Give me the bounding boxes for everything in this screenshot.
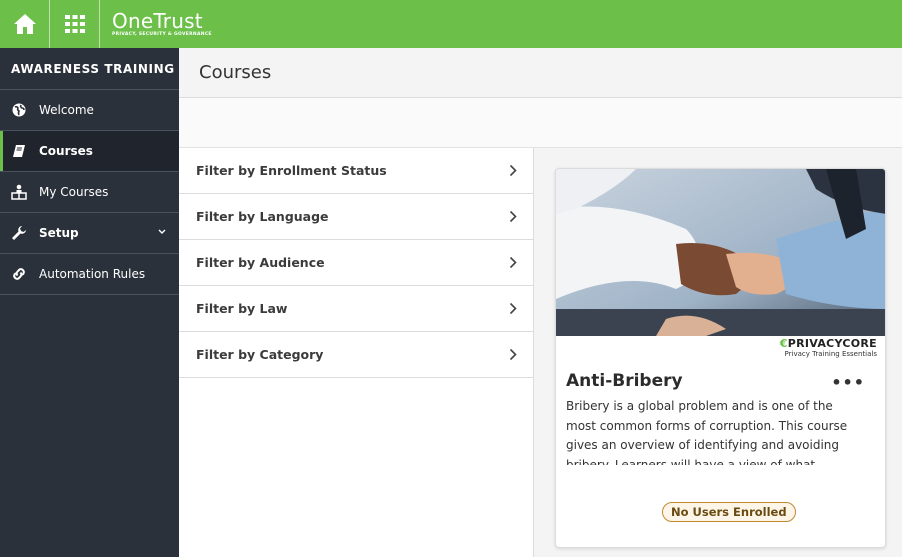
logo-text: OneTrust [112, 9, 203, 33]
sidebar: AWARENESS TRAINING Welcome Courses My Co… [0, 48, 179, 557]
brand-logo: €PRIVACYCORE [779, 337, 877, 350]
sidebar-item-label: Setup [39, 226, 79, 240]
sidebar-item-label: My Courses [39, 185, 109, 199]
course-title[interactable]: Anti-Bribery [566, 371, 683, 391]
filter-label: Filter by Audience [196, 255, 325, 270]
chevron-down-icon [158, 229, 166, 234]
brand-tagline: Privacy Training Essentials [784, 350, 877, 358]
filter-label: Filter by Enrollment Status [196, 163, 387, 178]
course-description: Bribery is a global problem and is one o… [566, 399, 848, 465]
filter-enrollment-status[interactable]: Filter by Enrollment Status [179, 148, 533, 194]
sidebar-item-label: Automation Rules [39, 267, 146, 281]
sidebar-item-automation-rules[interactable]: Automation Rules [0, 254, 179, 295]
chevron-right-icon [509, 210, 517, 223]
filter-label: Filter by Language [196, 209, 329, 224]
sidebar-item-welcome[interactable]: Welcome [0, 90, 179, 131]
course-grid: €PRIVACYCORE Privacy Training Essentials… [535, 148, 902, 557]
person-desk-icon [11, 184, 27, 200]
book-icon [11, 143, 27, 159]
top-bar: OneTrust PRIVACY, SECURITY & GOVERNANCE [0, 0, 902, 48]
course-card[interactable]: €PRIVACYCORE Privacy Training Essentials… [555, 168, 886, 548]
filter-language[interactable]: Filter by Language [179, 194, 533, 240]
app-switcher-button[interactable] [50, 0, 100, 48]
logo-tagline: PRIVACY, SECURITY & GOVERNANCE [112, 32, 212, 37]
wrench-icon [11, 225, 27, 241]
onetrust-logo[interactable]: OneTrust PRIVACY, SECURITY & GOVERNANCE [100, 0, 212, 48]
chevron-right-icon [509, 164, 517, 177]
chevron-right-icon [509, 348, 517, 361]
page-title: Courses [199, 62, 272, 83]
sidebar-item-courses[interactable]: Courses [0, 131, 179, 172]
course-thumbnail[interactable] [556, 169, 886, 336]
globe-icon [11, 102, 27, 118]
filter-audience[interactable]: Filter by Audience [179, 240, 533, 286]
privacycore-brand: €PRIVACYCORE Privacy Training Essentials [780, 337, 877, 358]
grid-icon [64, 15, 85, 33]
filter-label: Filter by Law [196, 301, 288, 316]
filter-law[interactable]: Filter by Law [179, 286, 533, 332]
sidebar-item-label: Courses [39, 144, 93, 158]
more-options-icon[interactable]: ••• [831, 373, 865, 392]
chevron-right-icon [509, 302, 517, 315]
filter-label: Filter by Category [196, 347, 324, 362]
home-button[interactable] [0, 0, 50, 48]
home-icon [13, 14, 36, 34]
link-icon [11, 266, 27, 282]
sidebar-item-label: Welcome [39, 103, 94, 117]
sidebar-item-my-courses[interactable]: My Courses [0, 172, 179, 213]
status-badge: No Users Enrolled [662, 502, 796, 522]
sidebar-item-setup[interactable]: Setup [0, 213, 179, 254]
sidebar-title: AWARENESS TRAINING [0, 48, 179, 90]
page-header: Courses [179, 48, 902, 98]
filter-panel: Filter by Enrollment Status Filter by La… [179, 148, 534, 557]
chevron-right-icon [509, 256, 517, 269]
filter-category[interactable]: Filter by Category [179, 332, 533, 378]
toolbar-strip [179, 98, 902, 148]
